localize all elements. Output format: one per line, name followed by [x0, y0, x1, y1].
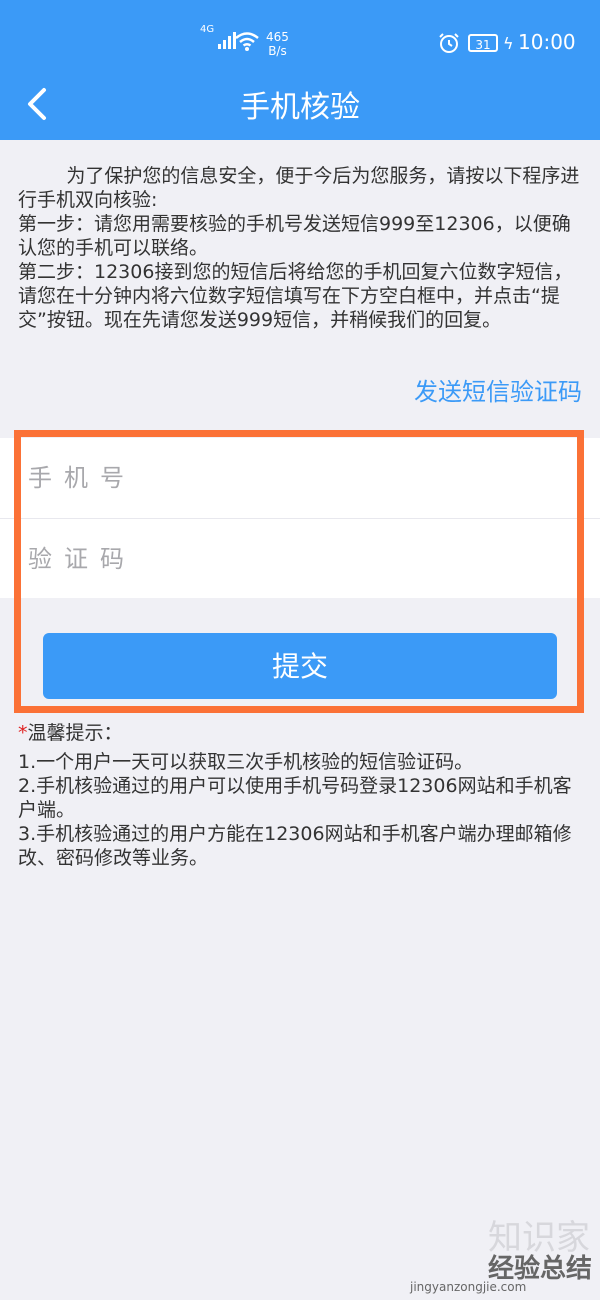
- charging-icon: ϟ: [503, 34, 514, 53]
- network-type: 4G: [200, 24, 215, 35]
- status-bar: 4G 465 B/s 31 ϟ 10:00: [0, 25, 600, 66]
- intro-text: 为了保护您的信息安全，便于今后为您服务，请按以下程序进行手机双向核验: 第一步：…: [18, 165, 580, 331]
- list-item: 2.手机核验通过的用户可以使用手机号码登录12306网站和手机客户端。: [18, 775, 572, 821]
- list-item: 3.手机核验通过的用户方能在12306网站和手机客户端办理邮箱修改、密码修改等业…: [18, 823, 572, 869]
- top-bar: 4G 465 B/s 31 ϟ 10:00 手机核验: [0, 0, 600, 140]
- tips-list: 1.一个用户一天可以获取三次手机核验的短信验证码。 2.手机核验通过的用户可以使…: [18, 750, 584, 870]
- submit-button[interactable]: 提交: [43, 633, 557, 699]
- phone-field-row: [0, 438, 600, 518]
- verification-code-input[interactable]: [26, 532, 570, 585]
- wifi-icon: [235, 32, 259, 51]
- phone-input[interactable]: [26, 452, 570, 504]
- list-item: 1.一个用户一天可以获取三次手机核验的短信验证码。: [18, 751, 474, 773]
- watermark-url: jingyanzongjie.com: [410, 1280, 527, 1294]
- page-title: 手机核验: [240, 90, 360, 125]
- required-star: *: [18, 722, 28, 744]
- clock: 10:00: [518, 30, 576, 54]
- battery-icon: 31: [468, 34, 498, 52]
- alarm-icon: [439, 33, 459, 53]
- tips-title: *温馨提示：: [18, 722, 123, 744]
- send-sms-code-link[interactable]: 发送短信验证码: [414, 372, 582, 407]
- signal-icon: 4G: [200, 25, 237, 49]
- network-speed: 465 B/s: [266, 30, 289, 58]
- code-field-row: [0, 518, 600, 598]
- verification-form: [0, 438, 600, 598]
